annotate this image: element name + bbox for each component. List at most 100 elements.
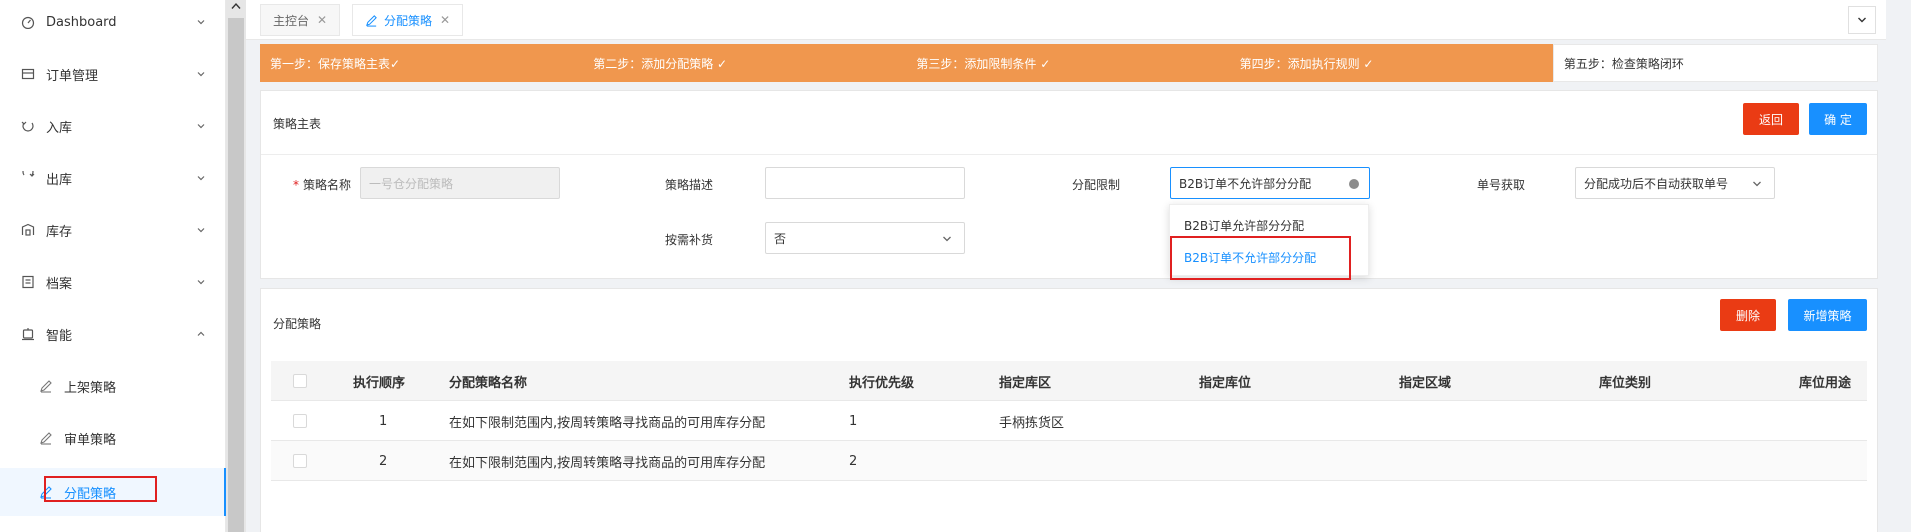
edit-icon (38, 378, 54, 394)
cell-name: 在如下限制范围内,按周转策略寻找商品的可用库存分配 (449, 455, 766, 471)
row-checkbox[interactable] (293, 401, 307, 441)
row-checkbox[interactable] (293, 441, 307, 481)
replenish-select[interactable]: 否 (765, 222, 965, 254)
dashboard-icon (20, 14, 36, 30)
table-row[interactable]: 1 在如下限制范围内,按周转策略寻找商品的可用库存分配 1 手柄拣货区 (271, 401, 1867, 441)
strategy-card: 分配策略 删除 新增策略 执行顺序 分配策略名称 执行优先级 指定库区 指定库位… (260, 288, 1878, 532)
add-strategy-button[interactable]: 新增策略 (1788, 299, 1867, 331)
sidebar-item-inbound[interactable]: 入库 (0, 106, 226, 146)
edit-icon (38, 430, 54, 446)
sidebar-item-smart[interactable]: 智能 (0, 314, 226, 354)
smart-icon (20, 326, 36, 342)
sidebar-item-label: 入库 (46, 120, 73, 136)
sidebar-item-label: Dashboard (46, 14, 117, 30)
sidebar-item-label: 智能 (46, 328, 73, 344)
tab-bar: 主控台 ✕ 分配策略 ✕ (246, 0, 1886, 40)
chevron-down-icon (197, 176, 205, 181)
step-progress-bar: 第一步：保存策略主表✓ 第二步：添加分配策略 ✓ 第三步：添加限制条件 ✓ 第四… (260, 44, 1879, 82)
scroll-gutter (226, 0, 246, 532)
desc-label: 策略描述 (664, 178, 713, 192)
strategy-name-input[interactable]: 一号仓分配策略 (360, 167, 560, 199)
sidebar-item-inventory[interactable]: 库存 (0, 210, 226, 250)
delete-button[interactable]: 删除 (1720, 299, 1776, 331)
step-2: 第二步：添加分配策略 ✓ (583, 44, 907, 82)
column-header: 指定区域 (1399, 375, 1452, 391)
sidebar-item-archive[interactable]: 档案 (0, 262, 226, 302)
column-header: 指定库位 (1199, 375, 1252, 391)
number-select[interactable]: 分配成功后不自动获取单号 (1575, 167, 1775, 199)
highlight-box-sidebar (44, 476, 157, 502)
column-header: 执行顺序 (353, 375, 406, 391)
name-label: * 策略名称 (292, 178, 351, 192)
replenish-label: 按需补货 (664, 233, 713, 247)
master-card-title: 策略主表 (273, 117, 322, 131)
scroll-up-icon[interactable] (231, 2, 241, 10)
tab-label: 分配策略 (384, 13, 433, 28)
master-card: 策略主表 返回 确 定 * 策略名称 一号仓分配策略 策略描述 分配限制 B2B订… (260, 90, 1878, 279)
chevron-down-icon (1753, 181, 1761, 187)
cell-order: 1 (379, 413, 388, 429)
sidebar-item-label: 档案 (46, 276, 73, 292)
table-row[interactable]: 2 在如下限制范围内,按周转策略寻找商品的可用库存分配 2 (271, 441, 1867, 481)
inventory-icon (20, 222, 36, 238)
step-3: 第三步：添加限制条件 ✓ (906, 44, 1230, 82)
confirm-button[interactable]: 确 定 (1809, 103, 1867, 135)
tab-label: 主控台 (273, 13, 310, 28)
column-header: 分配策略名称 (449, 375, 528, 391)
sidebar-item-orders[interactable]: 订单管理 (0, 54, 226, 94)
chevron-down-icon (197, 280, 205, 285)
number-label: 单号获取 (1476, 178, 1525, 192)
column-header: 执行优先级 (849, 375, 915, 391)
sidebar-subitem-label: 审单策略 (64, 432, 117, 448)
chevron-down-icon (197, 20, 205, 25)
clear-icon[interactable] (1349, 179, 1359, 189)
sidebar-subitem-review[interactable]: 审单策略 (0, 418, 226, 458)
close-icon[interactable]: ✕ (317, 13, 327, 27)
sidebar: Dashboard 订单管理 入库 出库 库存 档案 智能 上架策略 审单策略 … (0, 0, 226, 532)
column-header: 库位类别 (1599, 375, 1652, 391)
main-content: 主控台 ✕ 分配策略 ✕ 第一步：保存策略主表✓ 第二步：添加分配策略 ✓ 第三… (246, 0, 1911, 532)
app-root: Dashboard 订单管理 入库 出库 库存 档案 智能 上架策略 审单策略 … (0, 0, 1911, 532)
cell-priority: 1 (849, 413, 858, 429)
sidebar-subitem-putaway[interactable]: 上架策略 (0, 366, 226, 406)
tab-more-button[interactable] (1848, 6, 1876, 34)
column-header: 指定库区 (999, 375, 1052, 391)
inbound-icon (20, 118, 36, 134)
limit-label: 分配限制 (1071, 178, 1120, 192)
table-header: 执行顺序 分配策略名称 执行优先级 指定库区 指定库位 指定区域 库位类别 库位… (271, 361, 1867, 401)
step-5: 第五步：检查策略闭环 (1552, 44, 1879, 82)
cell-priority: 2 (849, 453, 858, 469)
chevron-down-icon (1858, 17, 1866, 23)
number-select-value: 分配成功后不自动获取单号 (1584, 176, 1729, 191)
step-4: 第四步：添加执行规则 ✓ (1229, 44, 1553, 82)
cell-order: 2 (379, 453, 388, 469)
sidebar-item-label: 出库 (46, 172, 73, 188)
highlight-box-dropdown (1170, 236, 1351, 280)
chevron-down-icon (197, 124, 205, 129)
sidebar-item-label: 库存 (46, 224, 73, 240)
limit-select[interactable]: B2B订单不允许部分分配 (1170, 167, 1370, 199)
scrollbar-track[interactable] (228, 18, 244, 532)
sidebar-item-outbound[interactable]: 出库 (0, 158, 226, 198)
master-card-header: 策略主表 返回 确 定 (261, 91, 1877, 155)
step-1: 第一步：保存策略主表✓ (260, 44, 584, 82)
tab-console[interactable]: 主控台 ✕ (260, 4, 341, 36)
order-icon (20, 66, 36, 82)
back-button[interactable]: 返回 (1743, 103, 1799, 135)
required-mark: * (292, 178, 299, 192)
sidebar-subitem-label: 上架策略 (64, 380, 117, 396)
replenish-select-value: 否 (774, 231, 787, 246)
cell-name: 在如下限制范围内,按周转策略寻找商品的可用库存分配 (449, 415, 766, 431)
sidebar-item-dashboard[interactable]: Dashboard (0, 2, 226, 42)
strategy-desc-input[interactable] (765, 167, 965, 199)
select-all-checkbox[interactable] (293, 361, 307, 401)
archive-icon (20, 274, 36, 290)
column-header: 库位用途 (1799, 375, 1852, 391)
close-icon[interactable]: ✕ (440, 13, 450, 27)
edit-icon (366, 14, 377, 27)
tab-allocation-strategy[interactable]: 分配策略 ✕ (352, 4, 464, 36)
chevron-down-icon (197, 228, 205, 233)
cell-zone: 手柄拣货区 (999, 415, 1065, 431)
chevron-down-icon (197, 72, 205, 77)
strategy-card-title: 分配策略 (273, 317, 322, 331)
